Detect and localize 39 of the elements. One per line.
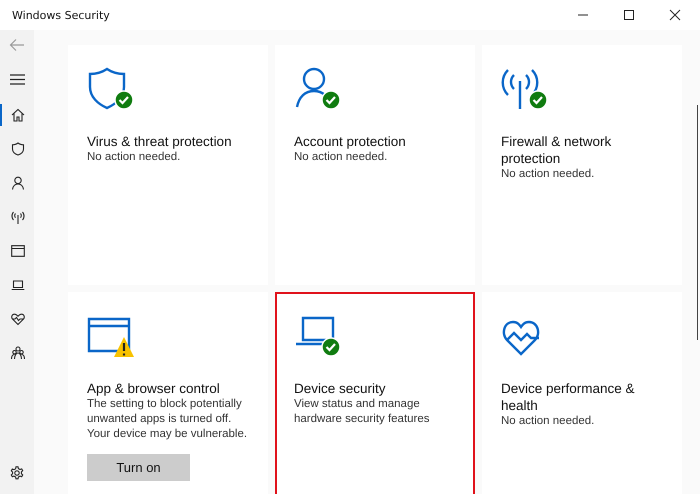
checkmark-badge-icon	[114, 90, 134, 110]
tile[interactable]: Virus & threat protection No action needed.	[68, 45, 268, 285]
warning-icon	[114, 337, 134, 357]
person-icon	[11, 176, 25, 190]
back-arrow-icon[interactable]	[9, 38, 25, 52]
tile-title: Firewall & network protection	[501, 133, 612, 167]
checkmark-badge-icon	[321, 337, 341, 357]
window-title: Windows Security	[12, 8, 110, 22]
tile-description: No action needed.	[87, 150, 180, 165]
close-icon[interactable]	[669, 9, 681, 21]
tile-title: Device performance & health	[501, 380, 636, 414]
checkmark-badge-icon	[321, 90, 341, 110]
shield-icon	[11, 142, 25, 156]
tile-title: Device security	[294, 380, 386, 397]
tile-title: Virus & threat protection	[87, 133, 232, 150]
browser-icon	[11, 244, 25, 258]
maximize-icon[interactable]	[623, 9, 635, 21]
wifi-icon	[11, 210, 25, 224]
tile[interactable]: App & browser control The setting to block potentially unwanted apps is turned off. Your device may be vulnerable. Turn on	[68, 292, 268, 494]
tile-description: View status and manage hardware security features	[294, 397, 431, 427]
tile-title: App & browser control	[87, 380, 220, 397]
tile[interactable]: Firewall & network protection No action needed.	[482, 45, 682, 285]
heart-icon	[11, 312, 25, 326]
home-icon	[11, 108, 25, 122]
scrollbar[interactable]	[697, 105, 698, 340]
turn-on-button[interactable]: Turn on	[87, 454, 190, 481]
tile-description: No action needed.	[294, 150, 388, 165]
tile-description: The setting to block potentially unwanted apps is turned off. Your device may be vulnerable.	[87, 397, 248, 442]
tile[interactable]: Device performance & health No action needed.	[482, 292, 682, 494]
settings-icon[interactable]	[10, 466, 24, 480]
menu-icon[interactable]	[10, 74, 24, 85]
checkmark-badge-icon	[528, 90, 548, 110]
laptop-icon	[11, 278, 25, 292]
family-icon	[11, 346, 25, 360]
tile-description: No action needed.	[501, 167, 594, 182]
tile[interactable]: Account protection No action needed.	[275, 45, 475, 285]
tile-description: No action needed.	[501, 414, 594, 429]
tile-title: Account protection	[294, 133, 406, 150]
tile[interactable]: Device security View status and manage hardware security features	[275, 292, 475, 494]
